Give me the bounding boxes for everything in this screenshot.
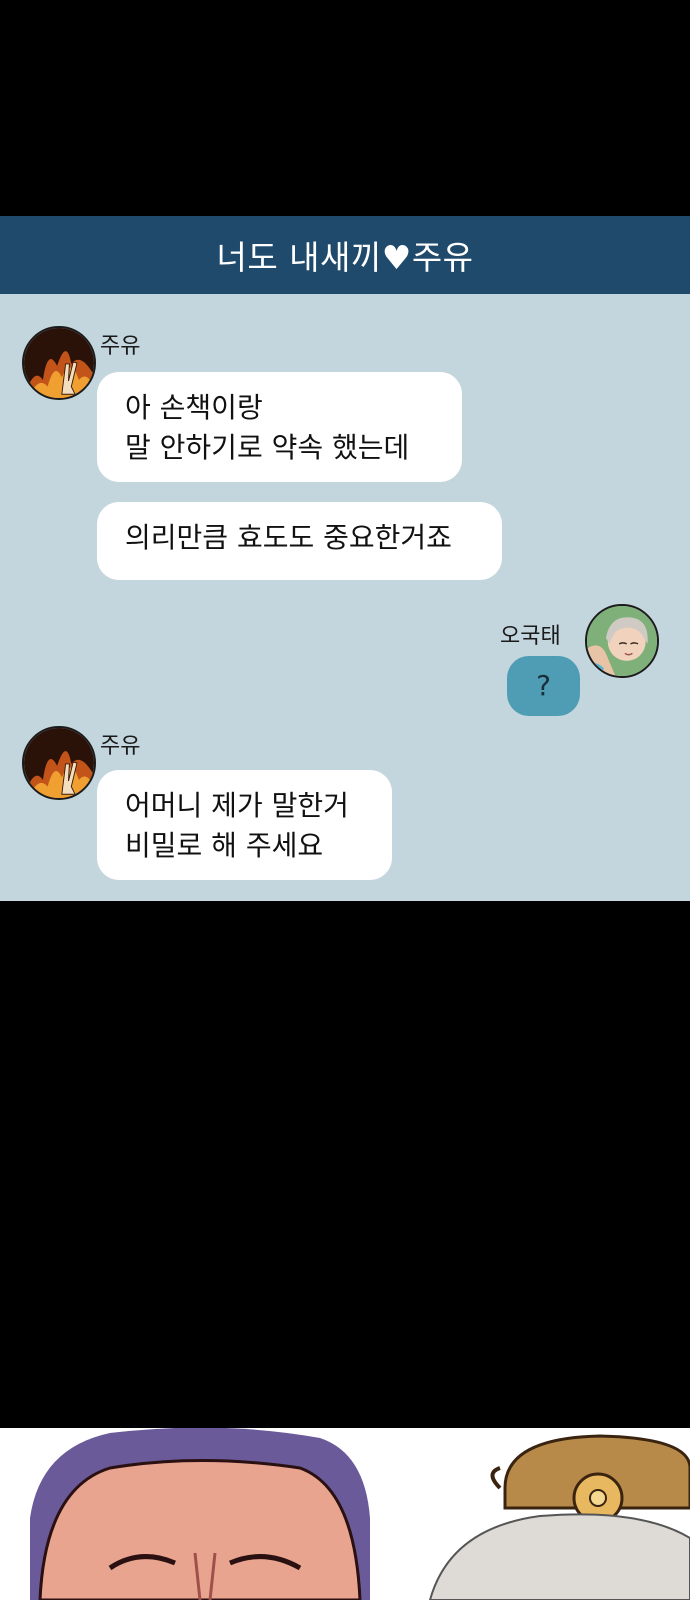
fire-victory-avatar-icon[interactable]	[22, 726, 96, 800]
message-bubble: 어머니 제가 말한거 비밀로 해 주세요	[97, 770, 392, 880]
sender-name: 오국태	[500, 624, 561, 649]
sender-name: 주유	[100, 734, 141, 759]
message-bubble: 아 손책이랑 말 안하기로 약속 했는데	[97, 372, 462, 482]
sender-name: 주유	[100, 334, 141, 359]
my-message-bubble: ?	[507, 656, 580, 716]
message-bubble: 의리만큼 효도도 중요한거죠	[97, 502, 502, 580]
fire-victory-avatar-icon[interactable]	[22, 326, 96, 400]
middle-panel-blank	[0, 901, 690, 1428]
woman-portrait-avatar-icon[interactable]	[585, 604, 659, 678]
comic-illustration	[0, 1428, 690, 1600]
chat-message-area: 주유 아 손책이랑 말 안하기로 약속 했는데 의리만큼 효도도 중요한거죠 오…	[0, 294, 690, 901]
top-panel-blank	[0, 0, 690, 216]
chat-room-title: 너도 내새끼♥주유	[0, 216, 690, 294]
